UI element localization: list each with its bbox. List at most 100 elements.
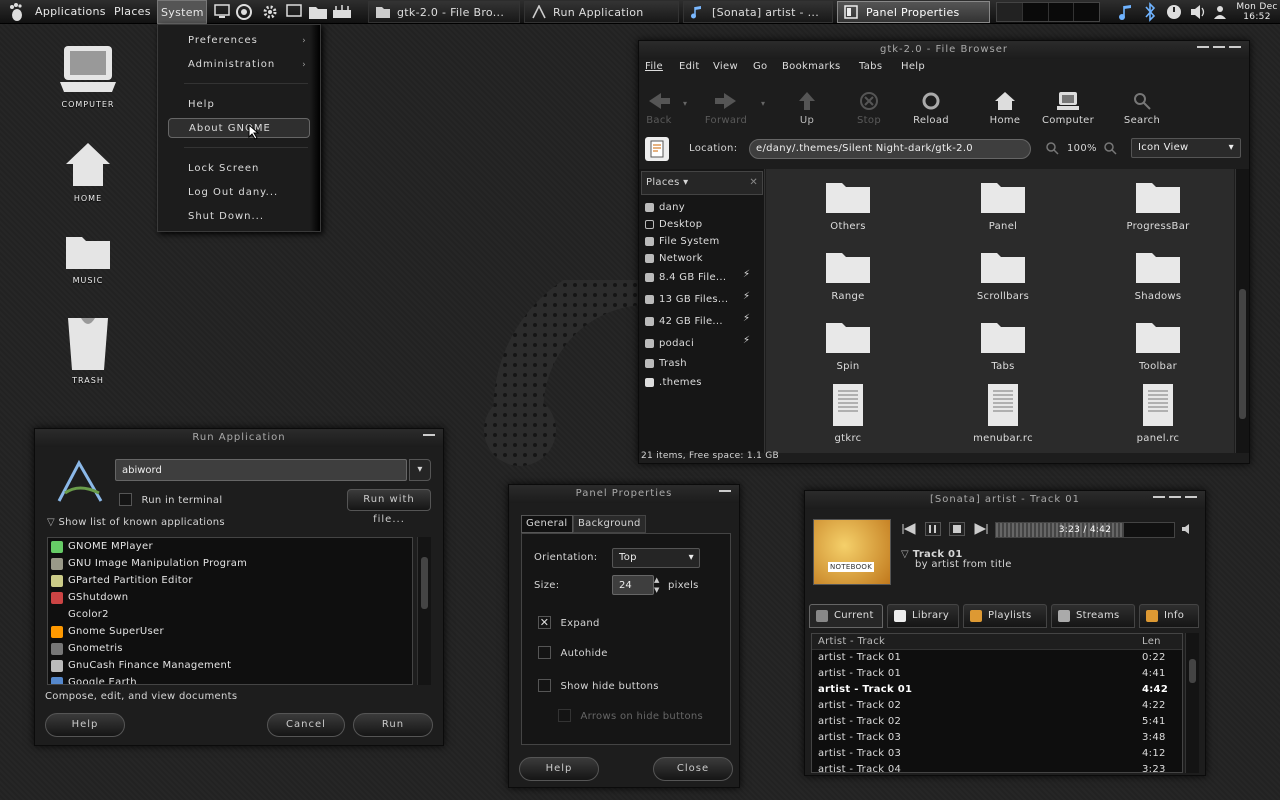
- zoom-out-button[interactable]: [1045, 141, 1059, 155]
- menu-edit[interactable]: Edit: [679, 61, 700, 77]
- eject-icon[interactable]: ⚡: [743, 313, 750, 324]
- music-tray-icon[interactable]: [1118, 4, 1134, 20]
- search-button[interactable]: Search: [1115, 91, 1169, 126]
- menu-file[interactable]: File: [645, 61, 663, 77]
- list-item[interactable]: Gnome SuperUser: [48, 623, 412, 640]
- place-item[interactable]: File System: [643, 233, 763, 250]
- monitor-launcher-icon[interactable]: [214, 4, 230, 18]
- home-button[interactable]: Home: [978, 91, 1032, 126]
- vertical-scrollbar[interactable]: [1235, 169, 1249, 453]
- menu-item-lock-screen[interactable]: Lock Screen: [188, 159, 259, 179]
- list-item[interactable]: Gnometris: [48, 640, 412, 657]
- workspace-1[interactable]: [997, 3, 1023, 21]
- run-in-terminal-checkbox[interactable]: Run in terminal: [119, 493, 222, 506]
- close-button[interactable]: [423, 434, 435, 438]
- close-button[interactable]: [719, 490, 731, 494]
- menu-item-log-out[interactable]: Log Out dany...: [188, 183, 278, 203]
- progress-bar[interactable]: 3:23 / 4:42: [995, 522, 1175, 538]
- workspace-switcher[interactable]: [996, 2, 1100, 22]
- file-item[interactable]: gtkrc: [798, 383, 898, 444]
- stop-button[interactable]: Stop: [842, 91, 896, 126]
- clock[interactable]: Mon Dec 16:52: [1236, 2, 1278, 22]
- back-history-dropdown[interactable]: ▾: [683, 99, 687, 108]
- zoom-level[interactable]: 100%: [1067, 143, 1097, 154]
- folder-item[interactable]: Spin: [798, 319, 898, 372]
- gnome-foot-icon[interactable]: [8, 2, 24, 22]
- show-hide-buttons-checkbox[interactable]: Show hide buttons: [538, 679, 659, 692]
- eject-icon[interactable]: ⚡: [743, 335, 750, 346]
- desktop-icon-home[interactable]: HOME: [48, 140, 128, 203]
- places-menu[interactable]: Places: [111, 0, 154, 24]
- folder-launcher-icon[interactable]: [308, 4, 328, 20]
- back-button[interactable]: Back: [632, 91, 686, 126]
- table-row[interactable]: artist - Track 02 5:41: [812, 714, 1182, 730]
- bluetooth-icon[interactable]: [1143, 2, 1157, 22]
- volume-button[interactable]: [1181, 523, 1195, 535]
- folder-item[interactable]: Shadows: [1108, 249, 1208, 302]
- forward-history-dropdown[interactable]: ▾: [761, 99, 765, 108]
- previous-track-button[interactable]: [901, 523, 917, 535]
- size-stepper[interactable]: ▲ ▼: [654, 575, 664, 595]
- up-button[interactable]: Up: [780, 91, 834, 126]
- table-row[interactable]: artist - Track 03 4:12: [812, 746, 1182, 762]
- menu-item-shut-down[interactable]: Shut Down...: [188, 207, 264, 227]
- close-button[interactable]: [1185, 496, 1197, 500]
- user-tray-icon[interactable]: [1212, 4, 1228, 20]
- folder-item[interactable]: Toolbar: [1108, 319, 1208, 372]
- list-item[interactable]: GnuCash Finance Management: [48, 657, 412, 674]
- menu-go[interactable]: Go: [753, 61, 767, 77]
- computer-button[interactable]: Computer: [1041, 91, 1095, 126]
- vertical-scrollbar[interactable]: [1185, 633, 1199, 773]
- menu-item-preferences[interactable]: Preferences: [188, 31, 308, 51]
- tab-info[interactable]: Info: [1139, 604, 1199, 628]
- table-row[interactable]: artist - Track 01 0:22: [812, 650, 1182, 666]
- list-item[interactable]: GParted Partition Editor: [48, 572, 412, 589]
- task-run-application[interactable]: Run Application: [524, 1, 679, 23]
- list-item[interactable]: GNU Image Manipulation Program: [48, 555, 412, 572]
- tab-streams[interactable]: Streams: [1051, 604, 1135, 628]
- menu-tabs[interactable]: Tabs: [859, 61, 882, 77]
- network-launcher-icon[interactable]: [332, 4, 352, 20]
- folder-item[interactable]: Range: [798, 249, 898, 302]
- arrows-checkbox[interactable]: Arrows on hide buttons: [558, 709, 703, 722]
- menu-item-help[interactable]: Help: [188, 95, 215, 115]
- folder-item[interactable]: ProgressBar: [1108, 179, 1208, 232]
- close-dialog-button[interactable]: Close: [653, 757, 733, 781]
- desktop-icon-computer[interactable]: COMPUTER: [48, 42, 128, 109]
- close-icon[interactable]: ✕: [749, 172, 758, 194]
- file-item[interactable]: menubar.rc: [953, 383, 1053, 444]
- stop-button[interactable]: [949, 522, 965, 536]
- list-item[interactable]: GShutdown: [48, 589, 412, 606]
- table-row[interactable]: artist - Track 03 3:48: [812, 730, 1182, 746]
- reload-button[interactable]: Reload: [904, 91, 958, 126]
- system-menu[interactable]: System: [157, 0, 207, 24]
- run-with-file-button[interactable]: Run with file...: [347, 489, 431, 525]
- maximize-button[interactable]: [1169, 496, 1181, 500]
- pause-button[interactable]: [925, 522, 941, 536]
- gear-launcher-icon[interactable]: [262, 4, 278, 20]
- workspace-3[interactable]: [1049, 3, 1075, 21]
- table-row[interactable]: artist - Track 02 4:22: [812, 698, 1182, 714]
- tab-playlists[interactable]: Playlists: [963, 604, 1047, 628]
- task-sonata[interactable]: [Sonata] artist - ...: [683, 1, 833, 23]
- expand-checkbox[interactable]: ✕ Expand: [538, 616, 600, 629]
- workspace-2[interactable]: [1023, 3, 1049, 21]
- workspace-4[interactable]: [1074, 3, 1099, 21]
- place-item[interactable]: podaci: [643, 335, 741, 352]
- places-dropdown[interactable]: Places ▾ ✕: [641, 171, 763, 195]
- vertical-scrollbar[interactable]: [417, 537, 431, 685]
- terminal-launcher-icon[interactable]: [286, 4, 302, 18]
- tab-library[interactable]: Library: [887, 604, 959, 628]
- tab-current[interactable]: Current: [809, 604, 883, 628]
- scrollbar-thumb[interactable]: [421, 557, 428, 609]
- place-item[interactable]: Desktop: [643, 216, 763, 233]
- minimize-button[interactable]: [1153, 496, 1165, 500]
- location-toggle-button[interactable]: [645, 137, 669, 161]
- menu-item-about-gnome[interactable]: About GNOME: [168, 118, 310, 138]
- orientation-select[interactable]: Top ▾: [612, 548, 700, 568]
- eject-icon[interactable]: ⚡: [743, 291, 750, 302]
- table-row[interactable]: artist - Track 01 4:42: [812, 682, 1182, 698]
- volume-icon[interactable]: [1190, 4, 1208, 20]
- place-item[interactable]: dany: [643, 199, 763, 216]
- table-row[interactable]: artist - Track 04 3:23: [812, 762, 1182, 772]
